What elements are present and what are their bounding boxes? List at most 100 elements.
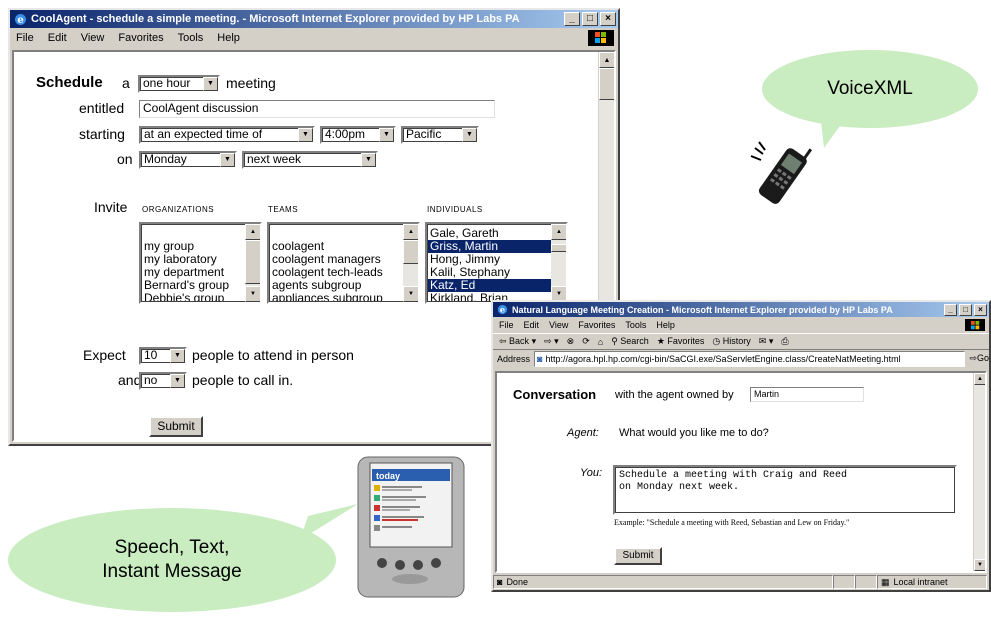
timezone-select[interactable]: Pacific ▼ [401,126,479,144]
page-icon: ◙ [537,353,543,364]
scroll-up-icon[interactable]: ▲ [599,52,614,68]
windows-logo-icon [588,30,614,46]
week-select[interactable]: next week ▼ [242,151,378,169]
submit-button[interactable]: Submit [149,416,203,437]
menu-file[interactable]: File [499,320,514,330]
address-bar: Address ◙ http://agora.hpl.hp.com/cgi-bi… [493,350,989,367]
forward-button[interactable]: ⇨ ▾ [544,336,559,347]
svg-text:e: e [17,15,23,26]
scroll-down-icon[interactable]: ▼ [974,559,985,571]
speech-text-bubble: Speech, Text, Instant Message [8,508,336,612]
call-count-select[interactable]: no ▼ [139,372,187,390]
entitled-input[interactable]: CoolAgent discussion [139,100,495,118]
attend-count-select[interactable]: 10 ▼ [139,347,187,365]
chevron-down-icon: ▼ [361,153,376,167]
menu-favorites[interactable]: Favorites [118,32,163,44]
menu-help[interactable]: Help [656,320,675,330]
address-label: Address [497,353,531,364]
window2-toolbar: ⇦ Back ▾ ⇨ ▾ ⊗ ⟳ ⌂ ⚲ Search ★ Favorites … [493,333,989,350]
listbox-scrollbar[interactable]: ▲ ▼ [551,224,566,302]
close-button[interactable]: × [974,303,987,316]
menu-edit[interactable]: Edit [48,32,67,44]
menu-view[interactable]: View [81,32,105,44]
organizations-listbox[interactable]: my group my laboratory my department Ber… [139,222,262,304]
address-input[interactable]: ◙ http://agora.hpl.hp.com/cgi-bin/SaCGI.… [534,350,966,367]
close-button[interactable]: × [600,12,616,26]
conversation-label: Conversation [513,387,597,402]
print-icon[interactable]: ⎙ [781,336,788,347]
cell-phone-icon [750,141,813,204]
refresh-icon[interactable]: ⟳ [582,336,590,347]
individuals-listbox[interactable]: Gale, Gareth Griss, Martin Hong, Jimmy K… [425,222,568,304]
list-item[interactable]: Debbie's group [141,292,260,303]
page-done-icon: ◙ [497,577,503,587]
duration-select[interactable]: one hour ▼ [138,75,220,93]
chevron-down-icon: ▼ [220,153,235,167]
maximize-button[interactable]: □ [959,303,972,316]
owner-input[interactable]: Martin [750,387,864,402]
scroll-thumb[interactable] [599,68,614,100]
search-button[interactable]: ⚲ Search [611,336,649,347]
intranet-icon: ▦ [881,576,890,587]
you-textarea[interactable]: Schedule a meeting with Craig and Reed o… [613,465,957,515]
menu-view[interactable]: View [549,320,568,330]
window2-scrollbar[interactable]: ▲ ▼ [973,373,985,571]
chevron-down-icon: ▼ [170,374,185,388]
go-button[interactable]: ⇨Go [969,353,989,364]
scroll-up-icon[interactable]: ▲ [974,373,985,385]
minimize-button[interactable]: _ [944,303,957,316]
menu-file[interactable]: File [16,32,34,44]
menu-tools[interactable]: Tools [625,320,646,330]
window2-content: ▲ ▼ Conversation with the agent owned by… [495,371,987,573]
chevron-down-icon: ▼ [170,349,185,363]
back-button[interactable]: ⇦ Back ▾ [499,336,536,347]
chevron-down-icon: ▼ [379,128,394,142]
you-label: You: [580,467,603,479]
organizations-header: ORGANIZATIONS [142,205,215,214]
maximize-button[interactable]: □ [582,12,598,26]
chevron-down-icon: ▼ [298,128,313,142]
window2-title: Natural Language Meeting Creation - Micr… [512,304,893,315]
home-icon[interactable]: ⌂ [598,337,603,347]
individuals-header: INDIVIDUALS [427,205,483,214]
chevron-down-icon: ▼ [462,128,477,142]
example-text: Example: "Schedule a meeting with Reed, … [614,518,850,527]
mail-icon[interactable]: ✉ ▾ [759,336,774,347]
meeting-label: meeting [226,75,276,91]
menu-tools[interactable]: Tools [178,32,204,44]
favorites-button[interactable]: ★ Favorites [657,336,705,347]
menu-edit[interactable]: Edit [524,320,540,330]
time-select[interactable]: 4:00pm ▼ [320,126,396,144]
agent-label: Agent: [567,427,599,439]
window1-title: CoolAgent - schedule a simple meeting. -… [31,13,520,25]
menu-favorites[interactable]: Favorites [578,320,615,330]
chevron-down-icon: ▼ [203,77,218,91]
stop-icon[interactable]: ⊗ [567,336,575,347]
on-label: on [117,151,133,167]
day-select[interactable]: Monday ▼ [139,151,237,169]
attend-label: people to attend in person [192,347,354,363]
call-label: people to call in. [192,372,294,388]
listbox-scrollbar[interactable]: ▲ ▼ [403,224,418,302]
voicexml-label: VoiceXML [827,78,913,99]
ie-icon: e [13,12,27,26]
teams-header: TEAMS [268,205,299,214]
svg-text:e: e [499,304,504,314]
teams-listbox[interactable]: coolagent coolagent managers coolagent t… [267,222,420,304]
a-label: a [122,75,130,91]
menu-help[interactable]: Help [217,32,240,44]
minimize-button[interactable]: _ [564,12,580,26]
windows-logo-icon [965,319,985,331]
list-item[interactable]: appliances subgroup [269,292,418,303]
expect-label: Expect [83,347,126,363]
window2-titlebar[interactable]: e Natural Language Meeting Creation - Mi… [493,302,989,317]
submit-button[interactable]: Submit [614,547,662,565]
status-done: ◙ Done [493,575,833,589]
starting-select[interactable]: at an expected time of ▼ [139,126,315,144]
pda-screen-title: today [376,471,400,481]
agent-message: What would you like me to do? [619,427,769,439]
history-button[interactable]: ◷ History [712,336,750,347]
bubble-tail-icon [300,504,358,540]
listbox-scrollbar[interactable]: ▲ ▼ [245,224,260,302]
window1-titlebar[interactable]: e CoolAgent - schedule a simple meeting.… [10,10,618,28]
